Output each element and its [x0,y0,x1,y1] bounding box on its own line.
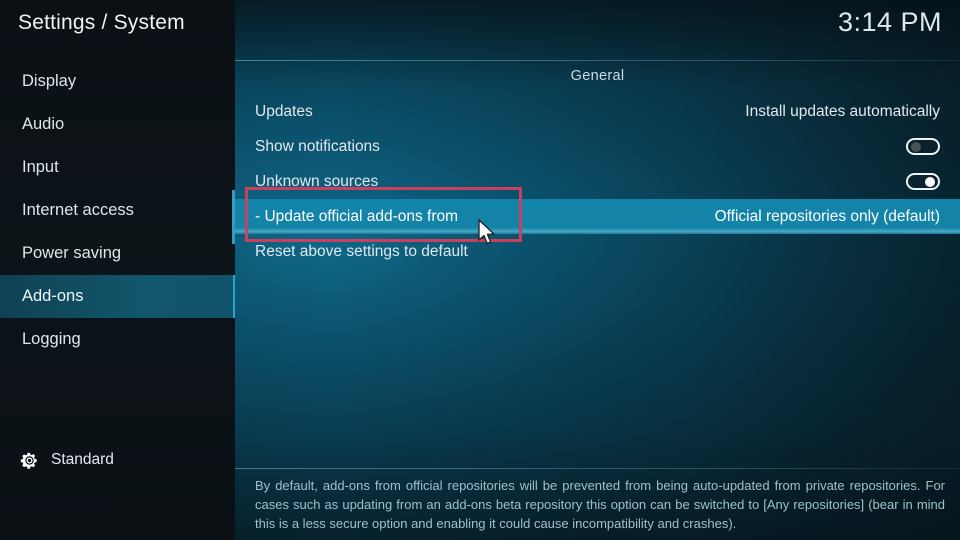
sidebar-item-label: Audio [22,115,65,133]
settings-level-label: Standard [51,451,114,468]
setting-value: Install updates automatically [745,102,940,120]
sidebar-item-add-ons[interactable]: Add-ons [0,275,235,318]
toggle-knob [925,176,935,187]
sidebar: Display Audio Input Internet access Powe… [0,0,235,540]
setting-value: Official repositories only (default) [714,207,940,225]
sidebar-item-label: Power saving [22,244,122,262]
show-notifications-toggle[interactable] [906,138,940,155]
clock: 3:14 PM [837,7,942,37]
setting-row-updates[interactable]: Updates Install updates automatically [235,94,960,129]
sidebar-item-power-saving[interactable]: Power saving [0,232,235,275]
setting-label: Updates [255,102,313,120]
sidebar-item-label: Input [22,158,59,176]
sidebar-item-input[interactable]: Input [0,146,235,189]
setting-row-show-notifications[interactable]: Show notifications [235,129,960,164]
sidebar-item-display[interactable]: Display [0,60,235,103]
sidebar-item-logging[interactable]: Logging [0,318,235,361]
sidebar-item-audio[interactable]: Audio [0,103,235,146]
gear-icon [20,452,37,469]
toggle-knob [911,141,921,152]
main-panel: General Updates Install updates automati… [232,0,960,540]
setting-row-reset-above-settings[interactable]: Reset above settings to default [235,234,960,269]
kodi-settings-screen: Display Audio Input Internet access Powe… [0,0,960,540]
setting-label: Reset above settings to default [255,242,468,260]
setting-label: - Update official add-ons from [255,207,459,225]
sidebar-scrollbar[interactable] [232,190,235,244]
sidebar-item-internet-access[interactable]: Internet access [0,189,235,232]
setting-row-update-official-addons-from[interactable]: - Update official add-ons from Official … [232,199,960,234]
sidebar-item-label: Display [22,72,77,90]
sidebar-item-label: Add-ons [22,287,84,305]
setting-label: Show notifications [255,137,380,155]
setting-label: Unknown sources [255,172,379,190]
panel-bottom-divider [235,468,960,469]
unknown-sources-toggle[interactable] [906,173,940,190]
settings-level-button[interactable]: Standard [0,440,235,480]
setting-row-unknown-sources[interactable]: Unknown sources [235,164,960,199]
settings-group-title: General [570,68,625,84]
page-title: Settings / System [18,11,185,34]
settings-list: Updates Install updates automatically Sh… [232,94,960,269]
panel-top-divider [235,60,960,61]
sidebar-item-label: Logging [22,330,81,348]
setting-description: By default, add-ons from official reposi… [255,478,945,531]
header-bar: Settings / System 3:14 PM [0,0,960,60]
sidebar-menu: Display Audio Input Internet access Powe… [0,60,235,361]
sidebar-item-label: Internet access [22,201,134,219]
